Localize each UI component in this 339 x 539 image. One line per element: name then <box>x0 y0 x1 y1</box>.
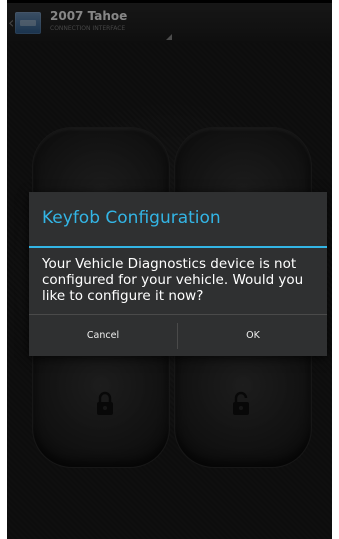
dialog-title: Keyfob Configuration <box>42 208 221 228</box>
dialog-divider <box>29 246 327 248</box>
phone-screen: ‹ 2007 Tahoe CONNECTION INTERFACE Keyfob… <box>7 0 332 539</box>
ok-button[interactable]: OK <box>179 315 327 357</box>
dialog-button-bar: Cancel OK <box>29 314 327 357</box>
dialog-message: Your Vehicle Diagnostics device is not c… <box>42 256 304 304</box>
keyfob-configuration-dialog: Keyfob Configuration Your Vehicle Diagno… <box>29 192 327 356</box>
button-separator <box>177 323 178 349</box>
cancel-button[interactable]: Cancel <box>29 315 177 357</box>
